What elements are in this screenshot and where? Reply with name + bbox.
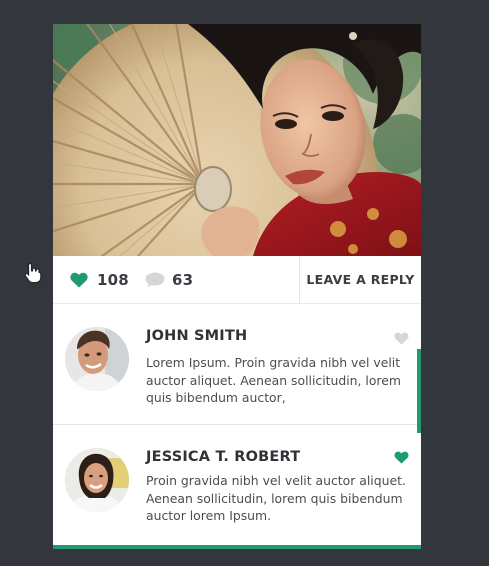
scrollbar-thumb[interactable] (417, 349, 421, 433)
avatar (65, 327, 129, 391)
comment-item: JESSICA T. ROBERT Proin gravida nibh vel… (53, 425, 421, 545)
comment-text: Proin gravida nibh vel velit auctor aliq… (146, 473, 406, 523)
comments-stat[interactable]: 63 (145, 268, 193, 292)
likes-stat[interactable]: 108 (70, 268, 129, 292)
comments-count: 63 (172, 271, 194, 289)
heart-icon[interactable] (70, 272, 88, 288)
avatar (65, 448, 129, 512)
portrait-photo (53, 24, 421, 256)
commenter-name: JOHN SMITH (146, 328, 248, 344)
comment-item: JOHN SMITH Lorem Ipsum. Proin gravida ni… (53, 304, 421, 425)
likes-count: 108 (97, 271, 129, 289)
comment-text: Lorem Ipsum. Proin gravida nibh vel veli… (146, 355, 401, 405)
leave-reply-button[interactable]: LEAVE A REPLY (300, 256, 421, 303)
hand-cursor-icon (24, 262, 42, 284)
commenter-name: JESSICA T. ROBERT (146, 449, 301, 465)
speech-bubble-icon (145, 272, 165, 288)
card-bottom-accent (53, 545, 421, 549)
post-card: 108 63 LEAVE A REPLY JOHN SMITH Lorem Ip… (53, 24, 421, 549)
heart-filled-icon[interactable] (394, 451, 409, 464)
post-photo (53, 24, 421, 256)
heart-outline-icon[interactable] (394, 332, 409, 345)
avatar-man-image (65, 327, 129, 391)
avatar-woman-image (65, 448, 129, 512)
post-stats-bar: 108 63 LEAVE A REPLY (53, 256, 421, 304)
